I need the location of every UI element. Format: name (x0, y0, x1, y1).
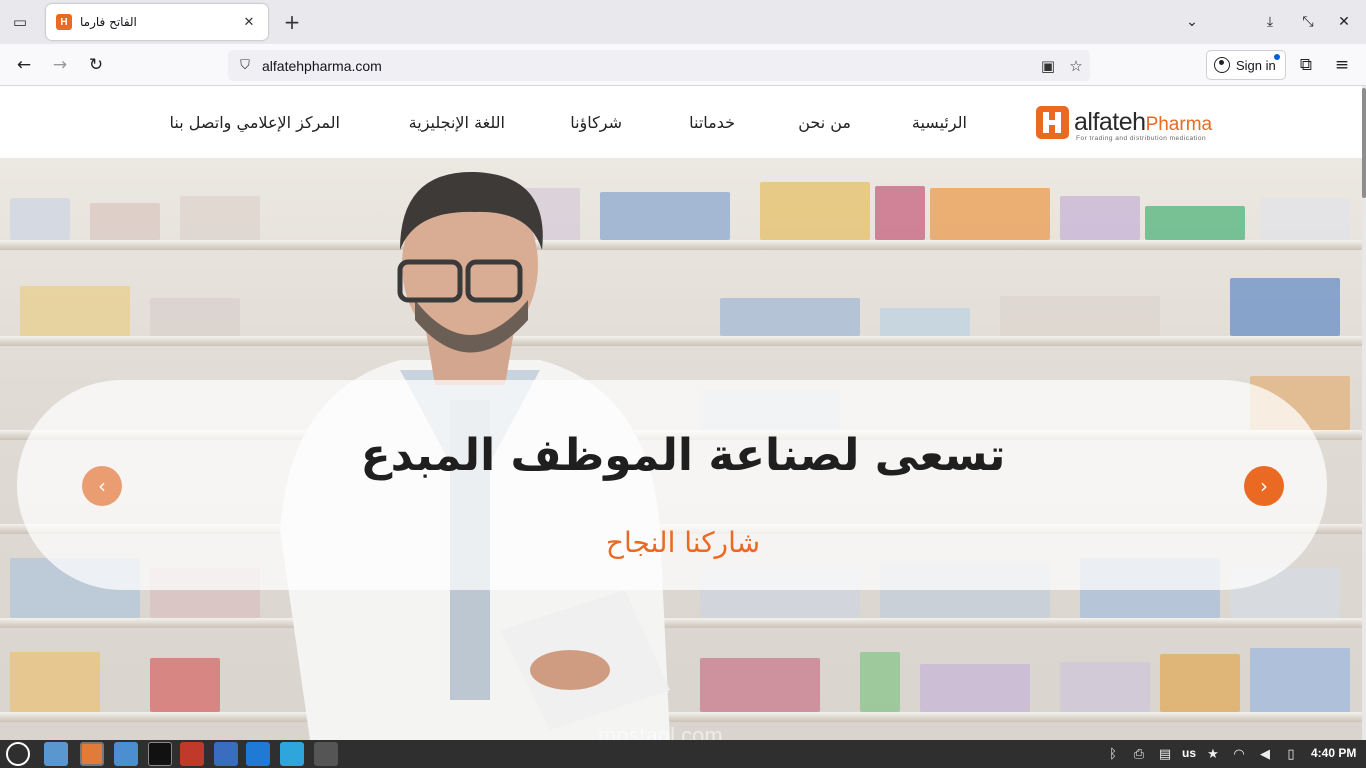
sign-in-label: Sign in (1236, 57, 1276, 73)
medicine-box (1060, 662, 1150, 712)
wifi-icon[interactable]: ◠ (1230, 745, 1248, 763)
app-icon[interactable] (180, 742, 204, 766)
menu-icon[interactable]: ≡ (1328, 51, 1356, 79)
medicine-box (90, 203, 160, 240)
close-tab-icon[interactable]: ✕ (240, 13, 258, 31)
medicine-box (150, 298, 240, 336)
scroll-thumb[interactable] (1362, 88, 1366, 198)
hero-subtitle: شاركنا النجاح (605, 526, 761, 559)
show-desktop-icon[interactable] (44, 742, 68, 766)
restore-icon[interactable]: ⤡ (1294, 8, 1322, 36)
logo-word-pharma: Pharma (1145, 113, 1213, 135)
notification-dot (1274, 54, 1280, 60)
medicine-box (1230, 278, 1340, 336)
chevron-down-icon[interactable]: ⌄ (1178, 8, 1206, 36)
printer-icon[interactable]: ⎙ (1130, 745, 1148, 763)
start-menu-icon[interactable] (6, 742, 30, 766)
slider-next-button[interactable]: › (1244, 466, 1284, 506)
nav-media-contact[interactable]: المركز الإعلامي واتصل بنا (170, 113, 340, 132)
vscode-icon[interactable] (246, 742, 270, 766)
terminal-icon[interactable] (148, 742, 172, 766)
clock[interactable]: 4:40 PM (1311, 746, 1356, 760)
site-header: alfatehPharma For trading and distributi… (0, 86, 1362, 158)
minimize-icon[interactable]: ⤓ (1256, 8, 1284, 36)
files-icon[interactable] (114, 742, 138, 766)
reload-icon[interactable]: ↻ (82, 51, 110, 79)
nav-services[interactable]: خدماتنا (689, 113, 735, 132)
medicine-box (1145, 206, 1245, 240)
medicine-box (930, 188, 1050, 240)
medicine-box (1000, 296, 1160, 336)
bookmark-star-icon[interactable]: ☆ (1062, 52, 1090, 80)
nav-home[interactable]: الرئيسية (912, 113, 967, 132)
shield-icon[interactable]: ⛉ (236, 57, 254, 75)
tab-title: الفاتح فارما (80, 15, 137, 29)
battery-icon[interactable]: ▯ (1282, 745, 1300, 763)
watermark: mostaql.com (598, 723, 723, 740)
volume-icon[interactable]: ◀ (1256, 745, 1274, 763)
extensions-icon[interactable]: ⧉ (1292, 51, 1320, 79)
nav-english[interactable]: اللغة الإنجليزية (409, 113, 505, 132)
medicine-box (20, 286, 130, 336)
medicine-box (150, 658, 220, 712)
back-icon[interactable]: ← (10, 51, 38, 79)
screenshot-icon[interactable] (214, 742, 238, 766)
medicine-box (1260, 198, 1350, 240)
site-logo[interactable]: alfatehPharma For trading and distributi… (1036, 103, 1232, 142)
tab-strip: ▭ H الفاتح فارما ✕ + ⌄ ⤓ ⤡ ✕ (0, 0, 1366, 44)
nav-partners[interactable]: شركاؤنا (570, 113, 622, 132)
calculator-icon[interactable] (314, 742, 338, 766)
forward-icon[interactable]: → (46, 51, 74, 79)
star-icon[interactable]: ★ (1204, 745, 1222, 763)
tab-list-icon[interactable]: ▭ (6, 8, 34, 36)
page-scrollbar[interactable] (1362, 86, 1366, 740)
nav-about[interactable]: من نحن (798, 113, 851, 132)
medicine-box (1060, 196, 1140, 240)
medicine-box (1250, 648, 1350, 712)
new-tab-icon[interactable]: + (278, 8, 306, 36)
medicine-box (760, 182, 870, 240)
url-text[interactable]: alfatehpharma.com (262, 58, 1034, 74)
medicine-box (700, 658, 820, 712)
slider-prev-button[interactable]: ‹ (82, 466, 122, 506)
medicine-box (880, 308, 970, 336)
hero-title: تسعى لصناعة الموظف المبدع (360, 430, 1006, 481)
logo-tagline: For trading and distribution medication (1076, 134, 1207, 142)
close-window-icon[interactable]: ✕ (1330, 8, 1358, 36)
taskbar: ᛒ ⎙ ▤ us ★ ◠ ◀ ▯ 4:40 PM (0, 740, 1366, 768)
site-favicon-icon: H (56, 14, 72, 30)
sign-in-button[interactable]: Sign in (1206, 50, 1286, 80)
url-bar[interactable]: ⛉ alfatehpharma.com ▣ ☆ (228, 50, 1090, 81)
navigation-toolbar: ← → ↻ ⛉ alfatehpharma.com ▣ ☆ Sign in ⧉ … (0, 44, 1366, 86)
firefox-icon[interactable] (80, 742, 104, 766)
medicine-box (875, 186, 925, 240)
logo-mark-icon (1036, 105, 1069, 139)
medicine-box (10, 198, 70, 240)
medicine-box (10, 652, 100, 712)
keyboard-layout[interactable]: us (1182, 746, 1196, 760)
web-page: alfatehPharma For trading and distributi… (0, 86, 1366, 740)
clipboard-icon[interactable]: ▤ (1156, 745, 1174, 763)
bluetooth-icon[interactable]: ᛒ (1104, 745, 1122, 763)
hero-slider: تسعى لصناعة الموظف المبدع شاركنا النجاح … (0, 158, 1362, 740)
telegram-icon[interactable] (280, 742, 304, 766)
medicine-box (1160, 654, 1240, 712)
medicine-box (180, 196, 260, 240)
medicine-box (860, 652, 900, 712)
account-icon (1214, 57, 1230, 73)
medicine-box (720, 298, 860, 336)
reader-view-icon[interactable]: ▣ (1034, 52, 1062, 80)
logo-word-alfateh: alfateh (1074, 107, 1146, 136)
tab-active[interactable]: H الفاتح فارما ✕ (46, 4, 268, 40)
medicine-box (920, 664, 1030, 712)
